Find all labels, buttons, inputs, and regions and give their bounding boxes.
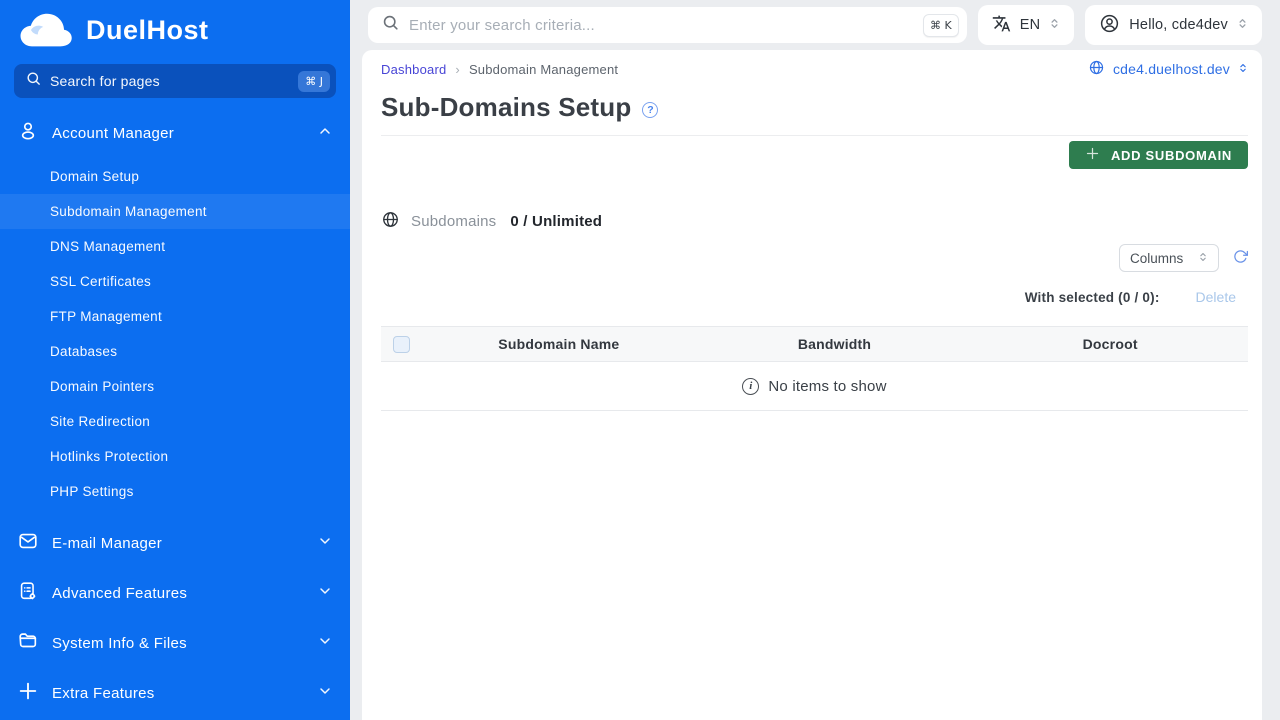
sidebar-section-label: Advanced Features (52, 585, 187, 602)
translate-icon (992, 14, 1011, 37)
help-icon[interactable]: ? (642, 102, 658, 118)
sidebar-section-label: E-mail Manager (52, 535, 162, 552)
brand-logo[interactable]: DuelHost (0, 0, 350, 58)
table-toolbar: Columns (381, 244, 1248, 272)
sidebar-section-advanced-features[interactable]: Advanced Features (0, 568, 350, 618)
sidebar-item-ssl-certificates[interactable]: SSL Certificates (0, 264, 350, 299)
main-area: ⌘ K EN Hello, cde4dev (350, 0, 1280, 720)
cloud-logo-icon (16, 10, 74, 50)
with-selected-row: With selected (0 / 0): Delete (381, 288, 1248, 306)
breadcrumb: Dashboard › Subdomain Management (381, 62, 618, 77)
plus-icon (17, 680, 39, 706)
globe-icon (381, 210, 400, 233)
globe-icon (1088, 59, 1105, 79)
columns-select[interactable]: Columns (1119, 244, 1219, 272)
card-head-row: Dashboard › Subdomain Management cde4.du… (381, 60, 1248, 78)
usage-row: Subdomains 0 / Unlimited (381, 211, 1248, 231)
sidebar-item-subdomain-management[interactable]: Subdomain Management (0, 194, 350, 229)
domain-selector-label: cde4.duelhost.dev (1113, 61, 1230, 77)
select-all-cell (381, 336, 421, 353)
sidebar-collapsed-sections: E-mail Manager Advanced Features (0, 518, 350, 718)
user-greeting: Hello, cde4dev (1129, 17, 1228, 33)
chevron-down-icon (317, 583, 333, 603)
add-subdomain-label: ADD SUBDOMAIN (1111, 148, 1232, 163)
sort-chevrons-icon (1238, 61, 1248, 78)
empty-state-message: No items to show (768, 378, 886, 395)
actions-row: ADD SUBDOMAIN (381, 141, 1248, 169)
chevron-down-icon (317, 683, 333, 703)
refresh-icon (1233, 249, 1248, 267)
mail-icon (17, 530, 39, 556)
folder-icon (17, 630, 39, 656)
info-icon: i (742, 378, 759, 395)
sort-chevrons-icon (1049, 16, 1060, 35)
breadcrumb-separator: › (455, 62, 460, 77)
sidebar-section-label: System Info & Files (52, 635, 187, 652)
global-search-shortcut: ⌘ K (923, 14, 959, 37)
sidebar-section-account-manager[interactable]: Account Manager (0, 112, 350, 154)
user-icon (17, 120, 39, 146)
column-header-bandwidth[interactable]: Bandwidth (697, 336, 973, 352)
sidebar-item-domain-setup[interactable]: Domain Setup (0, 159, 350, 194)
usage-label: Subdomains (411, 213, 496, 230)
breadcrumb-dashboard-link[interactable]: Dashboard (381, 62, 446, 77)
chevron-up-icon (317, 123, 333, 143)
title-divider (381, 135, 1248, 136)
app-root: DuelHost ⌘ J Account Manager Domain Setu (0, 0, 1280, 720)
sidebar-section-system-info-files[interactable]: System Info & Files (0, 618, 350, 668)
sidebar-section-extra-features[interactable]: Extra Features (0, 668, 350, 718)
search-icon (25, 70, 42, 92)
sidebar-item-site-redirection[interactable]: Site Redirection (0, 404, 350, 439)
refresh-button[interactable] (1233, 249, 1248, 267)
plus-icon (1085, 146, 1100, 164)
sidebar-section-label: Extra Features (52, 685, 155, 702)
domain-selector[interactable]: cde4.duelhost.dev (1088, 59, 1248, 79)
columns-select-label: Columns (1130, 251, 1183, 266)
sidebar-section-email-manager[interactable]: E-mail Manager (0, 518, 350, 568)
chevron-down-icon (317, 533, 333, 553)
table-header-row: Subdomain Name Bandwidth Docroot (381, 326, 1248, 362)
sidebar-search-input[interactable] (50, 73, 290, 89)
search-icon (381, 13, 400, 37)
select-all-checkbox[interactable] (393, 336, 410, 353)
with-selected-label: With selected (0 / 0): (1025, 290, 1160, 305)
sidebar-nav: Account Manager Domain Setup Subdomain M… (0, 112, 350, 718)
sidebar-item-ftp-management[interactable]: FTP Management (0, 299, 350, 334)
brand-name: DuelHost (86, 15, 209, 46)
global-search-input[interactable] (409, 17, 914, 34)
column-header-subdomain-name[interactable]: Subdomain Name (421, 336, 697, 352)
sidebar-item-domain-pointers[interactable]: Domain Pointers (0, 369, 350, 404)
topbar: ⌘ K EN Hello, cde4dev (362, 0, 1262, 50)
sidebar: DuelHost ⌘ J Account Manager Domain Setu (0, 0, 350, 720)
language-label: EN (1020, 17, 1041, 33)
user-menu[interactable]: Hello, cde4dev (1085, 5, 1262, 45)
chevron-down-icon (317, 633, 333, 653)
sidebar-item-dns-management[interactable]: DNS Management (0, 229, 350, 264)
language-selector[interactable]: EN (978, 5, 1075, 45)
sidebar-section-label: Account Manager (52, 125, 174, 142)
column-header-docroot[interactable]: Docroot (972, 336, 1248, 352)
breadcrumb-current: Subdomain Management (469, 62, 618, 77)
sidebar-item-hotlinks-protection[interactable]: Hotlinks Protection (0, 439, 350, 474)
sort-chevrons-icon (1198, 250, 1208, 267)
sidebar-item-php-settings[interactable]: PHP Settings (0, 474, 350, 509)
global-search[interactable]: ⌘ K (368, 7, 967, 43)
sort-chevrons-icon (1237, 16, 1248, 35)
subdomains-table: Subdomain Name Bandwidth Docroot i No it… (381, 326, 1248, 411)
title-row: Sub-Domains Setup ? (381, 92, 1248, 123)
add-subdomain-button[interactable]: ADD SUBDOMAIN (1069, 141, 1248, 169)
delete-selected-button[interactable]: Delete (1196, 289, 1236, 305)
user-circle-icon (1099, 13, 1120, 38)
content-card: Dashboard › Subdomain Management cde4.du… (362, 50, 1262, 720)
sidebar-search-shortcut: ⌘ J (298, 71, 330, 92)
usage-value: 0 / Unlimited (510, 213, 602, 230)
empty-state-row: i No items to show (381, 362, 1248, 411)
sidebar-search[interactable]: ⌘ J (14, 64, 336, 98)
page-title: Sub-Domains Setup (381, 92, 631, 123)
account-manager-submenu: Domain Setup Subdomain Management DNS Ma… (0, 159, 350, 509)
sidebar-item-databases[interactable]: Databases (0, 334, 350, 369)
file-gear-icon (17, 580, 39, 606)
